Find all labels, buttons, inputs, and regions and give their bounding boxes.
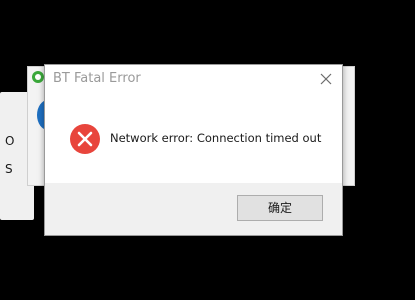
background-label-s: S bbox=[5, 162, 13, 176]
dialog-content: Network error: Connection timed out bbox=[45, 95, 342, 183]
dialog-title-bar[interactable]: BT Fatal Error bbox=[45, 65, 342, 95]
background-label-o: O bbox=[5, 134, 15, 148]
app-icon bbox=[32, 71, 44, 83]
dialog-footer: 确定 bbox=[45, 183, 342, 235]
ok-button[interactable]: 确定 bbox=[237, 195, 323, 221]
error-icon bbox=[70, 124, 100, 154]
desktop: O S BT Fatal Error Network error: Connec… bbox=[0, 0, 415, 300]
close-icon bbox=[320, 73, 332, 85]
error-message: Network error: Connection timed out bbox=[110, 131, 322, 145]
error-dialog: BT Fatal Error Network error: Connection… bbox=[44, 64, 343, 236]
dialog-title: BT Fatal Error bbox=[53, 71, 141, 86]
close-button[interactable] bbox=[312, 65, 340, 93]
